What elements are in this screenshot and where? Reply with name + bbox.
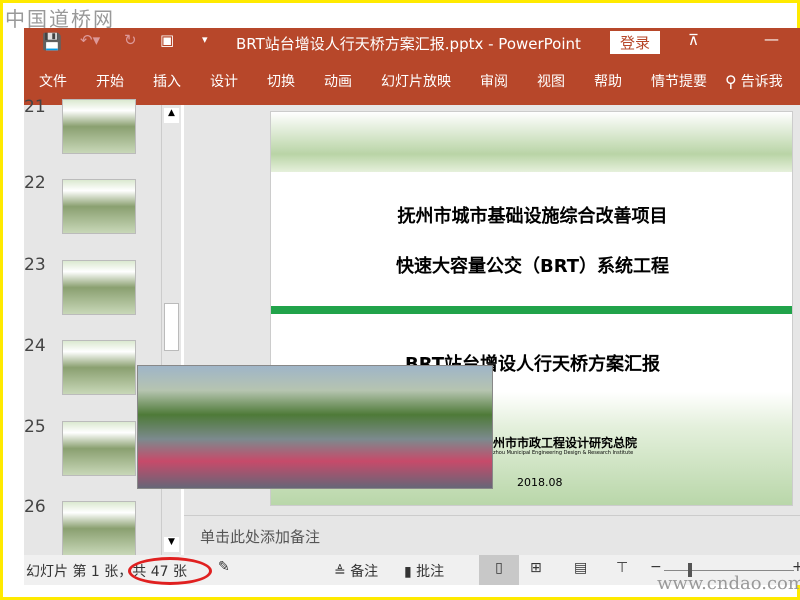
watermark-url: www.cndao.com — [657, 573, 800, 594]
spellcheck-icon[interactable]: ✎ — [218, 559, 230, 575]
tab-review[interactable]: 审阅 — [480, 71, 508, 91]
tab-animations[interactable]: 动画 — [324, 71, 352, 91]
slideshow-icon[interactable]: ⊤ — [616, 560, 628, 576]
green-divider — [271, 306, 792, 314]
normal-view-icon[interactable]: ▯ — [479, 555, 519, 585]
tab-home[interactable]: 开始 — [96, 71, 124, 91]
save-icon[interactable]: 💾 — [42, 32, 62, 51]
notes-placeholder: 单击此处添加备注 — [200, 528, 321, 546]
tab-help[interactable]: 帮助 — [594, 71, 622, 91]
thumb-number: 21 — [24, 97, 46, 117]
slide-thumbnail[interactable] — [62, 260, 136, 315]
slide-thumbnail[interactable] — [62, 179, 136, 234]
tab-storyboard[interactable]: 情节提要 — [651, 71, 707, 91]
scroll-down-icon[interactable]: ▼ — [164, 537, 179, 552]
ribbon-display-icon[interactable]: ⊼ — [688, 31, 699, 49]
tab-insert[interactable]: 插入 — [153, 71, 181, 91]
ribbon-tabs: 文件 开始 插入 设计 切换 动画 幻灯片放映 审阅 视图 帮助 情节提要 ⚲ … — [24, 57, 800, 105]
thumb-number: 24 — [24, 336, 46, 356]
organization-name-en: zhou Municipal Engineering Design & Rese… — [493, 450, 634, 456]
window-title: BRT站台增设人行天桥方案汇报.pptx - PowerPoint — [236, 35, 581, 53]
brt-station-rendering-image — [137, 365, 493, 489]
redo-icon[interactable]: ↻ — [124, 31, 137, 49]
notes-label: 备注 — [350, 564, 379, 580]
undo-icon[interactable]: ↶▾ — [80, 31, 100, 49]
login-button[interactable]: 登录 — [610, 31, 661, 54]
slide-sorter-icon[interactable]: ⊞ — [530, 560, 542, 576]
header-mountains-image — [271, 112, 792, 172]
tab-slideshow[interactable]: 幻灯片放映 — [381, 71, 451, 91]
scroll-up-icon[interactable]: ▲ — [164, 108, 179, 123]
customize-qat-icon[interactable]: ▾ — [202, 33, 208, 46]
tab-design[interactable]: 设计 — [210, 71, 238, 91]
notes-pane[interactable]: 单击此处添加备注 — [184, 515, 800, 555]
comments-label: 批注 — [416, 564, 445, 580]
slide-date: 2018.08 — [517, 476, 563, 489]
slide-thumbnail[interactable] — [62, 99, 136, 154]
present-icon[interactable]: ▣ — [160, 31, 174, 49]
zoom-slider[interactable] — [664, 570, 794, 571]
tell-me-input[interactable]: 告诉我 — [741, 71, 783, 91]
thumb-number: 26 — [24, 497, 46, 517]
search-icon[interactable]: ⚲ — [725, 72, 737, 91]
tab-file[interactable]: 文件 — [39, 71, 67, 91]
thumb-number: 22 — [24, 173, 46, 193]
scroll-thumb[interactable] — [164, 303, 179, 351]
slide-title-line2: 快速大容量公交（BRT）系统工程 — [395, 256, 670, 277]
minimize-icon[interactable]: — — [764, 30, 779, 48]
slide-thumbnail[interactable] — [62, 501, 136, 556]
slide-thumbnail[interactable] — [62, 340, 136, 395]
red-highlight-ellipse — [128, 557, 212, 585]
tab-transitions[interactable]: 切换 — [267, 71, 295, 91]
organization-name: 州市市政工程设计研究总院 — [493, 436, 638, 450]
comments-button[interactable]: ▮ 批注 — [404, 561, 444, 581]
reading-view-icon[interactable]: ▤ — [574, 560, 587, 576]
slide-title-line1: 抚州市城市基础设施综合改善项目 — [397, 206, 668, 227]
thumb-number: 25 — [24, 417, 46, 437]
title-bar: 💾 ↶▾ ↻ ▣ ▾ BRT站台增设人行天桥方案汇报.pptx - PowerP… — [24, 28, 800, 57]
slide-thumbnail[interactable] — [62, 421, 136, 476]
thumb-number: 23 — [24, 255, 46, 275]
tab-view[interactable]: 视图 — [537, 71, 565, 91]
notes-button[interactable]: ≜ 备注 — [334, 561, 378, 581]
